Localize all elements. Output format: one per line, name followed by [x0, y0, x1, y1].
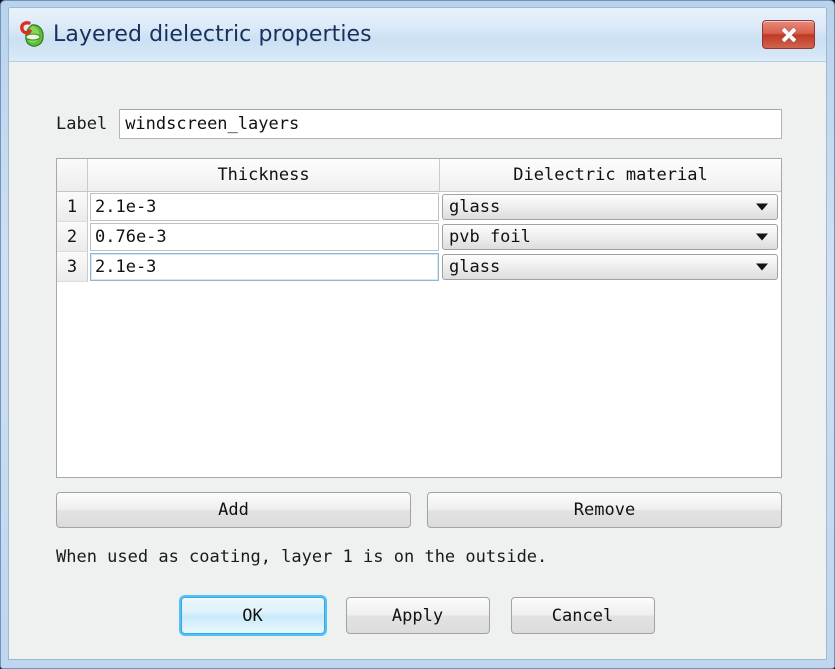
- ok-button[interactable]: OK: [180, 597, 325, 634]
- label-row: Label: [56, 109, 782, 139]
- row-number: 3: [57, 252, 88, 282]
- label-input[interactable]: [119, 109, 782, 139]
- table-corner-header: [57, 159, 88, 191]
- chevron-down-icon: [756, 263, 768, 271]
- material-value-3: glass: [449, 257, 501, 277]
- title-bar[interactable]: Layered dielectric properties: [9, 8, 826, 62]
- window-title: Layered dielectric properties: [53, 22, 372, 47]
- row-number: 2: [57, 222, 88, 252]
- table-header-row: Thickness Dielectric material: [57, 159, 781, 192]
- window-inner: Layered dielectric properties Label Thic…: [8, 7, 827, 660]
- label-caption: Label: [56, 114, 108, 134]
- material-value-2: pvb foil: [449, 227, 531, 247]
- close-icon[interactable]: [762, 20, 815, 49]
- cell-material: glass: [440, 252, 781, 282]
- cell-thickness: [88, 252, 440, 282]
- cell-material: pvb foil: [440, 222, 781, 252]
- table-row[interactable]: 1 glass: [57, 192, 781, 222]
- thickness-input-2[interactable]: [90, 223, 439, 251]
- material-value-1: glass: [449, 197, 501, 217]
- cell-material: glass: [440, 192, 781, 222]
- table-row[interactable]: 2 pvb foil: [57, 222, 781, 252]
- material-dropdown-3[interactable]: glass: [442, 254, 778, 280]
- apply-button[interactable]: Apply: [345, 597, 490, 634]
- material-dropdown-1[interactable]: glass: [442, 194, 778, 220]
- thickness-input-3[interactable]: [90, 253, 439, 281]
- remove-button[interactable]: Remove: [427, 492, 782, 528]
- thickness-input-1[interactable]: [90, 193, 439, 221]
- chevron-down-icon: [756, 203, 768, 211]
- cell-thickness: [88, 222, 440, 252]
- add-button[interactable]: Add: [56, 492, 411, 528]
- footer-buttons: OK Apply Cancel: [9, 597, 826, 634]
- column-header-thickness: Thickness: [88, 159, 440, 191]
- layers-table: Thickness Dielectric material 1 glass: [56, 158, 782, 478]
- app-leaf-icon: [19, 20, 47, 50]
- row-number: 1: [57, 192, 88, 222]
- cell-thickness: [88, 192, 440, 222]
- hint-text: When used as coating, layer 1 is on the …: [56, 547, 548, 567]
- cancel-button[interactable]: Cancel: [510, 597, 655, 634]
- table-row[interactable]: 3 glass: [57, 252, 781, 282]
- column-header-material: Dielectric material: [440, 159, 781, 191]
- row-actions: Add Remove: [56, 492, 782, 528]
- dialog-body: Label Thickness Dielectric material 1: [9, 62, 826, 659]
- dialog-window: Layered dielectric properties Label Thic…: [0, 0, 835, 669]
- chevron-down-icon: [756, 233, 768, 241]
- table-rows: 1 glass 2: [57, 192, 781, 282]
- material-dropdown-2[interactable]: pvb foil: [442, 224, 778, 250]
